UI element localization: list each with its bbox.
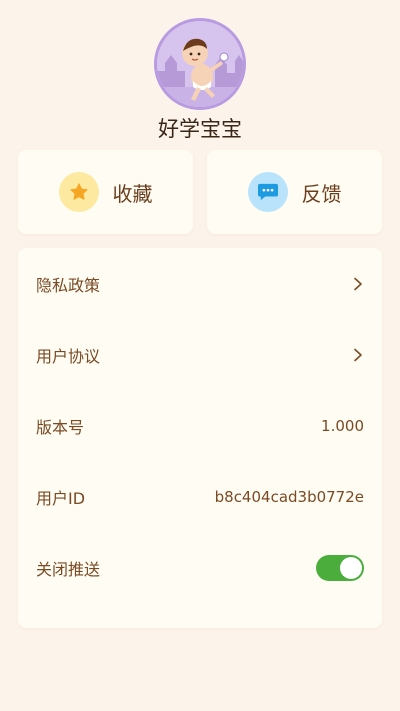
username: 好学宝宝 [158,117,242,141]
user-id-row: 用户ID b8c404cad3b0772e [36,461,364,532]
push-toggle-row: 关闭推送 [36,532,364,603]
favorites-label: 收藏 [112,181,153,206]
user-id-label: 用户ID [36,488,86,508]
feedback-label: 反馈 [301,181,342,206]
toggle-knob [340,556,362,579]
chevron-right-icon [354,277,362,290]
push-toggle-label: 关闭推送 [36,559,101,579]
avatar[interactable] [154,18,246,110]
privacy-policy-label: 隐私政策 [36,275,101,295]
version-value: 1.000 [321,416,364,435]
version-row: 版本号 1.000 [36,390,364,461]
profile-page: 好学宝宝 收藏 反馈 隐私政策 用户协议 版本号 1.000 用户ID b8c4… [0,0,400,711]
user-agreement-label: 用户协议 [36,346,101,366]
chat-bubble-icon [247,172,288,212]
user-agreement-row[interactable]: 用户协议 [36,319,364,390]
user-id-value: b8c404cad3b0772e [214,487,364,506]
version-label: 版本号 [36,417,85,437]
star-icon [58,172,99,212]
push-toggle[interactable] [316,554,364,581]
settings-list: 隐私政策 用户协议 版本号 1.000 用户ID b8c404cad3b0772… [18,248,382,628]
favorites-button[interactable]: 收藏 [18,150,193,234]
chevron-right-icon [354,348,362,361]
privacy-policy-row[interactable]: 隐私政策 [36,248,364,319]
baby-illustration [157,21,243,107]
feedback-button[interactable]: 反馈 [207,150,382,234]
